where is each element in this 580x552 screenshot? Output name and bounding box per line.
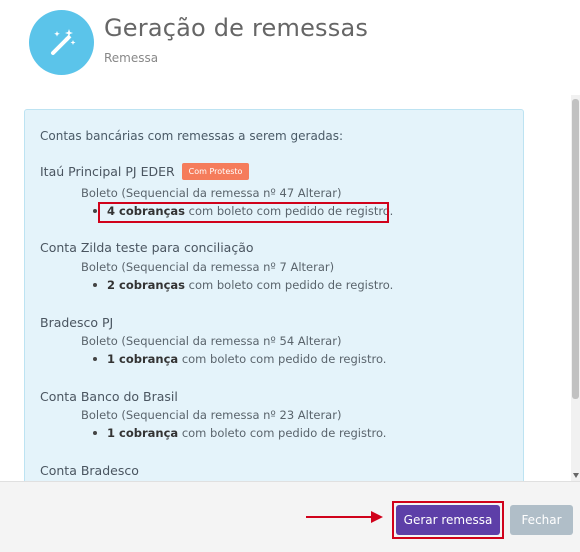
annotation-arrow: [306, 516, 372, 518]
charge-count: 1 cobrança: [107, 426, 179, 440]
list-item: 1 cobrança com boleto com pedido de regi…: [93, 352, 386, 366]
charge-detail: com boleto com pedido de registro.: [181, 426, 387, 440]
bullet-icon: [93, 208, 97, 213]
gerar-remessa-button[interactable]: Gerar remessa: [396, 505, 500, 535]
account-title: Itaú Principal PJ EDER Com Protesto: [40, 163, 250, 180]
boleto-line: Boleto (Sequencial da remessa nº 23 Alte…: [81, 408, 342, 422]
account-title: Conta Bradesco: [40, 462, 139, 478]
charge-count: 2 cobranças: [107, 278, 185, 292]
charge-count: 1 cobrança: [107, 352, 179, 366]
account-name: Bradesco PJ: [40, 315, 114, 330]
highlight-box: [98, 202, 389, 223]
account-name: Itaú Principal PJ EDER: [40, 164, 175, 179]
boleto-line: Boleto (Sequencial da remessa nº 7 Alter…: [81, 260, 335, 274]
bullet-icon: [93, 356, 97, 361]
modal-footer: Gerar remessa Fechar: [0, 481, 580, 552]
panel-intro: Contas bancárias com remessas a serem ge…: [40, 129, 344, 143]
account-name: Conta Banco do Brasil: [40, 389, 178, 404]
status-badge: Com Protesto: [181, 163, 250, 180]
info-panel: Contas bancárias com remessas a serem ge…: [24, 109, 524, 481]
scroll-down-arrow-icon[interactable]: [573, 473, 579, 478]
modal-header: Geração de remessas Remessa: [0, 0, 580, 95]
account-title: Conta Zilda teste para conciliação: [40, 239, 254, 255]
list-item: 1 cobrança com boleto com pedido de regi…: [93, 426, 386, 440]
page-subtitle: Remessa: [104, 51, 159, 65]
magic-wand-icon: [29, 10, 94, 75]
account-name: Conta Zilda teste para conciliação: [40, 240, 254, 255]
account-title: Bradesco PJ: [40, 314, 113, 330]
charge-detail: com boleto com pedido de registro.: [188, 278, 394, 292]
list-item: 2 cobranças com boleto com pedido de reg…: [93, 278, 393, 292]
account-title: Conta Banco do Brasil: [40, 388, 178, 404]
annotation-arrow-head: [371, 511, 383, 523]
bullet-icon: [93, 282, 97, 287]
vertical-scrollbar[interactable]: [571, 95, 580, 481]
modal-body: Contas bancárias com remessas a serem ge…: [0, 95, 580, 481]
scrollbar-thumb[interactable]: [572, 99, 579, 399]
page-title: Geração de remessas: [104, 14, 369, 42]
boleto-line: Boleto (Sequencial da remessa nº 54 Alte…: [81, 334, 342, 348]
bullet-icon: [93, 430, 97, 435]
account-name: Conta Bradesco: [40, 463, 139, 478]
boleto-line: Boleto (Sequencial da remessa nº 47 Alte…: [81, 186, 342, 200]
close-button[interactable]: Fechar: [510, 505, 573, 535]
charge-detail: com boleto com pedido de registro.: [181, 352, 387, 366]
